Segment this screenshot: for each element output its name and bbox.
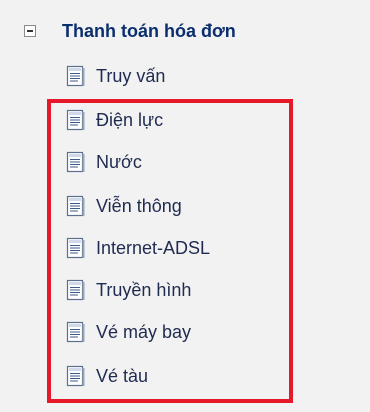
tree-item-label: Vé máy bay — [96, 321, 192, 342]
tree-node-label: Thanh toán hóa đơn — [62, 20, 236, 41]
tree-item-label: Nước — [96, 151, 142, 172]
tree-node-thanh-toan-hoa-don[interactable]: Thanh toán hóa đơn — [24, 18, 236, 44]
menu-tree: Thanh toán hóa đơn Truy vấn Điện lực Nước V… — [0, 0, 370, 412]
tree-item-internet-adsl[interactable]: Internet-ADSL — [66, 234, 210, 262]
document-icon — [66, 237, 96, 259]
document-icon — [66, 151, 96, 173]
tree-item-label: Viễn thông — [96, 195, 182, 216]
document-icon — [66, 365, 96, 387]
tree-item-dien-luc[interactable]: Điện lực — [66, 106, 163, 134]
tree-item-vien-thong[interactable]: Viễn thông — [66, 192, 182, 220]
document-icon — [66, 321, 96, 343]
document-icon — [66, 195, 96, 217]
tree-item-label: Điện lực — [96, 109, 164, 130]
collapse-icon[interactable] — [24, 25, 36, 37]
tree-item-label: Internet-ADSL — [96, 237, 211, 258]
document-icon — [66, 279, 96, 301]
tree-item-label: Vé tàu — [96, 365, 149, 386]
tree-item-label: Truyền hình — [96, 279, 192, 300]
document-icon — [66, 65, 96, 87]
tree-item-truy-van[interactable]: Truy vấn — [66, 62, 165, 90]
tree-item-ve-tau[interactable]: Vé tàu — [66, 362, 148, 390]
tree-item-ve-may-bay[interactable]: Vé máy bay — [66, 318, 191, 346]
tree-item-nuoc[interactable]: Nước — [66, 148, 142, 176]
tree-item-label: Truy vấn — [96, 65, 166, 86]
tree-item-truyen-hinh[interactable]: Truyền hình — [66, 276, 191, 304]
document-icon — [66, 109, 96, 131]
